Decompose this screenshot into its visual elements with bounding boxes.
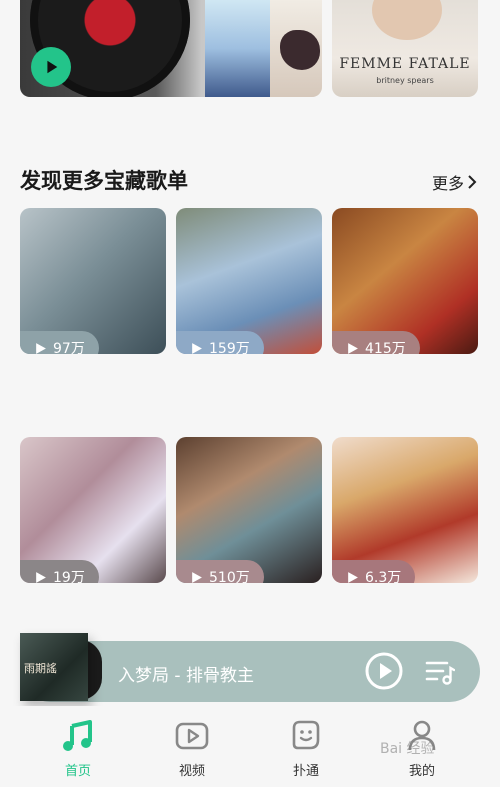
play-count: 6.3万 xyxy=(365,570,402,583)
album-artist: britney spears xyxy=(376,76,434,85)
nav-video[interactable]: 视频 xyxy=(157,718,227,779)
play-icon xyxy=(36,571,46,583)
video-play-icon xyxy=(175,722,209,750)
top-cards: FEMME FATALE britney spears xyxy=(20,0,480,97)
nav-home[interactable]: 首页 xyxy=(43,718,113,779)
nav-putong[interactable]: 扑通 xyxy=(271,718,341,779)
play-count: 415万 xyxy=(365,341,406,354)
mini-player-cover[interactable]: 雨期謠 xyxy=(20,633,88,701)
watermark-text: Bai 经验 xyxy=(380,741,435,757)
nav-video-label: 视频 xyxy=(178,764,205,779)
now-playing-title: 入梦局 - 排骨教主 xyxy=(118,666,254,686)
playlist-card[interactable]: 510万 xyxy=(176,437,322,583)
play-count-badge: 97万 xyxy=(20,331,99,354)
play-count: 510万 xyxy=(209,570,250,583)
nav-mine-label: 我的 xyxy=(408,764,435,779)
play-button-icon[interactable] xyxy=(364,651,404,691)
play-count-badge: 510万 xyxy=(176,560,264,583)
nav-home-label: 首页 xyxy=(64,764,91,779)
play-count: 159万 xyxy=(209,341,250,354)
nav-putong-label: 扑通 xyxy=(292,764,319,779)
mini-player-cover-text: 雨期謠 xyxy=(24,662,57,675)
play-icon xyxy=(192,571,202,583)
playlist-card[interactable]: 97万 xyxy=(20,208,166,354)
play-icon xyxy=(36,342,46,354)
album-cover-image xyxy=(372,0,442,40)
chat-face-icon xyxy=(292,720,320,750)
play-count: 19万 xyxy=(53,570,85,583)
vinyl-figure-image xyxy=(270,0,322,97)
album-title: FEMME FATALE xyxy=(339,56,471,72)
play-icon[interactable] xyxy=(31,47,71,87)
recommend-card-vinyl[interactable] xyxy=(20,0,322,97)
section-title: 发现更多宝藏歌单 xyxy=(20,169,188,193)
vinyl-cover-image xyxy=(205,0,270,97)
play-count-badge: 415万 xyxy=(332,331,420,354)
playlist-card[interactable]: 19万 xyxy=(20,437,166,583)
playlist-queue-icon[interactable] xyxy=(425,657,455,687)
play-icon xyxy=(348,571,358,583)
more-button[interactable]: 更多 xyxy=(432,170,478,194)
play-count-badge: 19万 xyxy=(20,560,99,583)
more-label: 更多 xyxy=(431,174,464,193)
play-count-badge: 159万 xyxy=(176,331,264,354)
play-count: 97万 xyxy=(53,341,85,354)
playlist-card[interactable]: 6.3万 xyxy=(332,437,478,583)
play-count-badge: 6.3万 xyxy=(332,560,416,583)
chevron-right-icon xyxy=(468,175,477,189)
play-icon xyxy=(348,342,358,354)
recommend-card-album[interactable]: FEMME FATALE britney spears xyxy=(332,0,478,97)
music-note-icon xyxy=(63,720,92,751)
playlist-card[interactable]: 415万 xyxy=(332,208,478,354)
playlist-card[interactable]: 159万 xyxy=(176,208,322,354)
play-icon xyxy=(192,342,202,354)
